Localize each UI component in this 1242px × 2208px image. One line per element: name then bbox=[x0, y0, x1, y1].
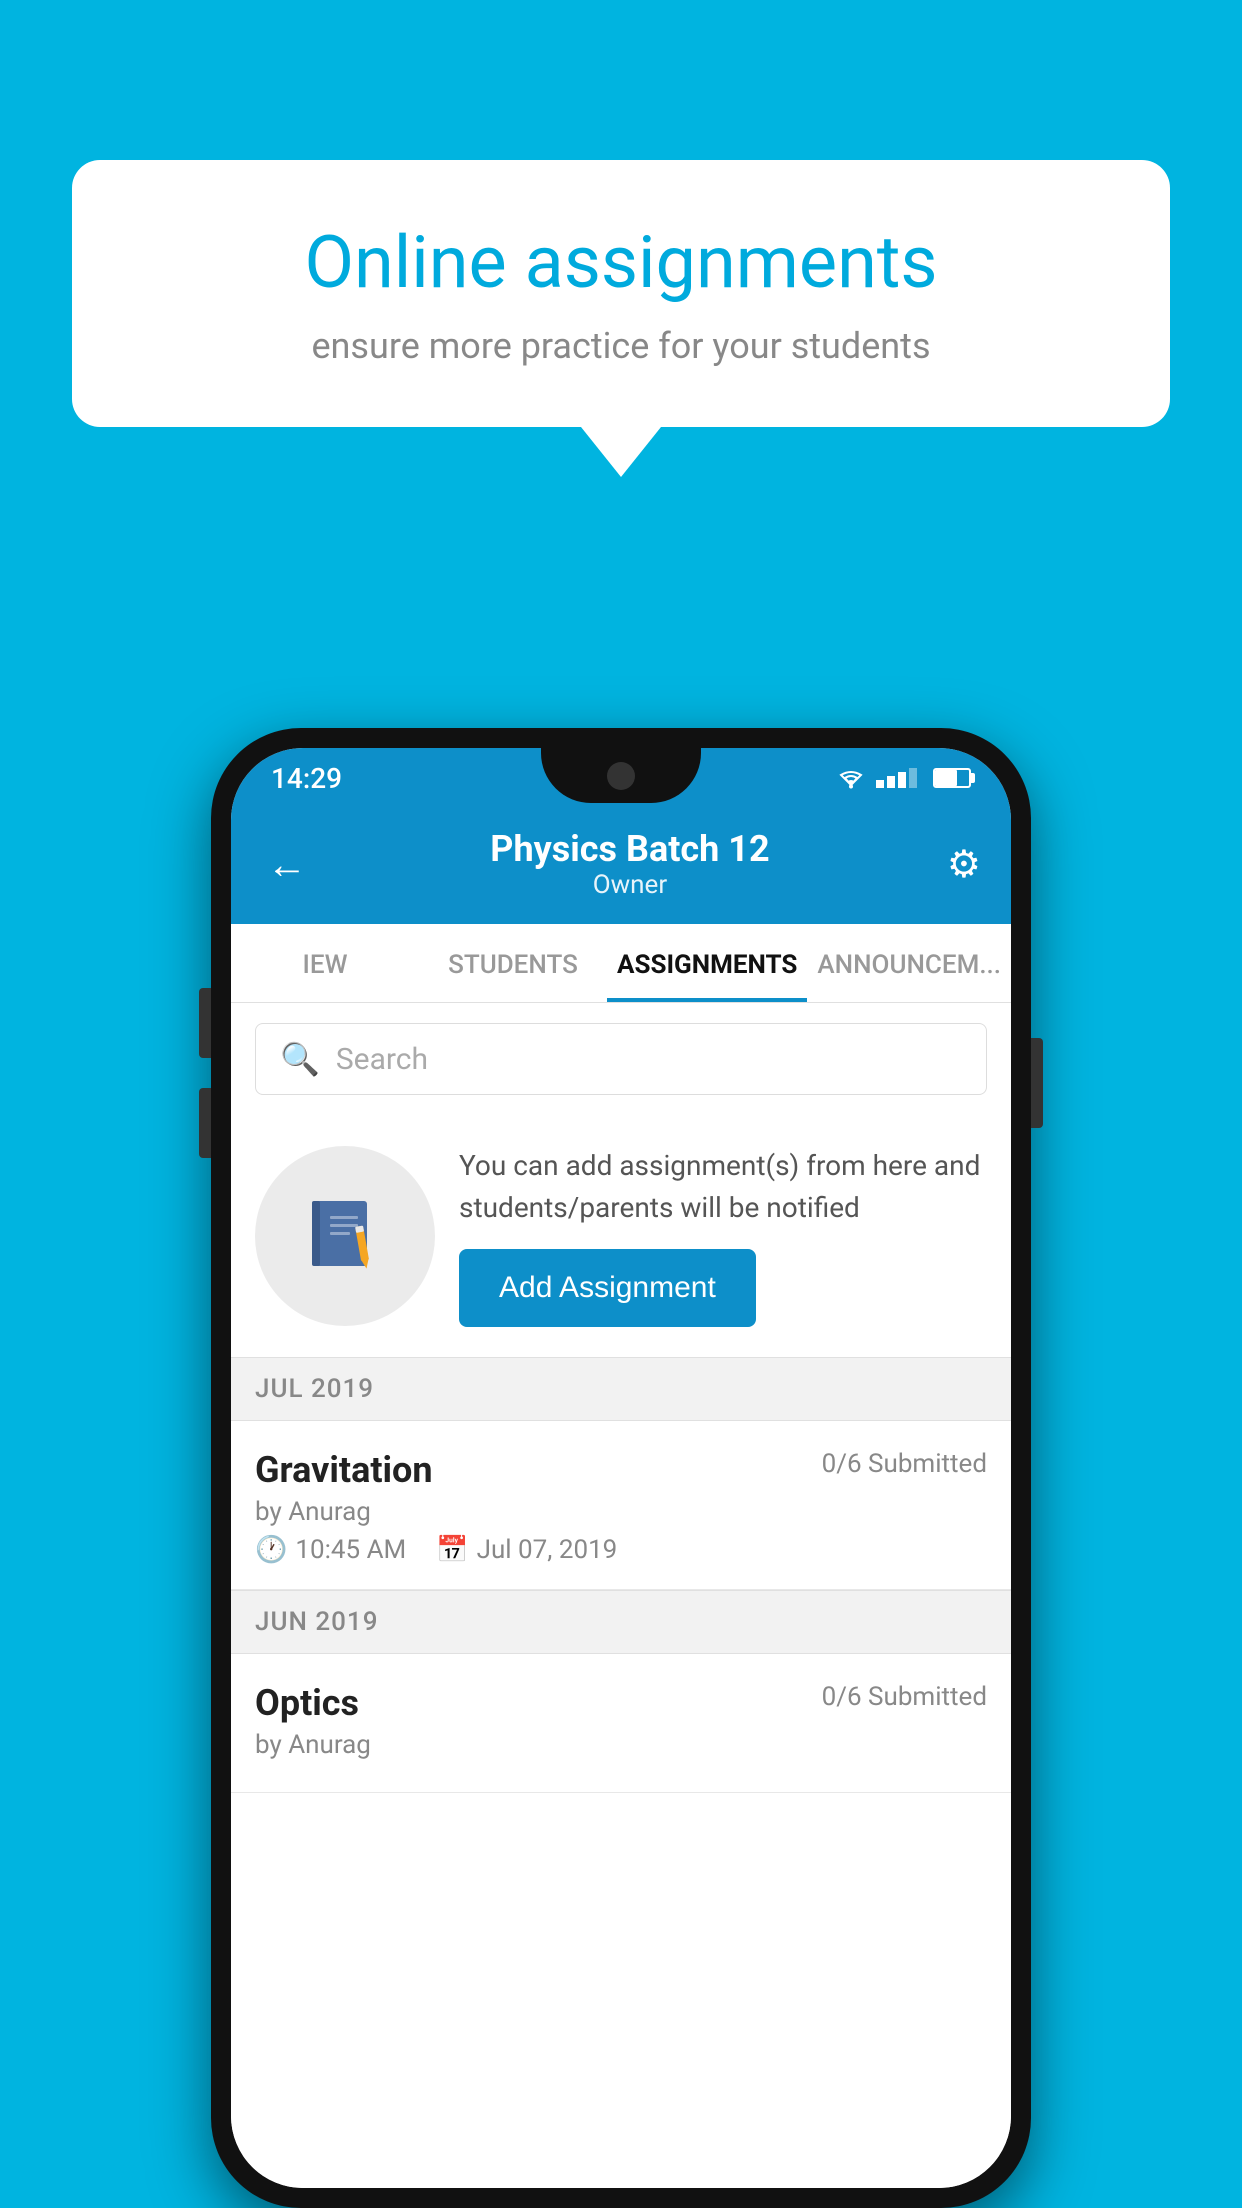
tab-iew[interactable]: IEW bbox=[231, 924, 419, 1002]
wifi-icon bbox=[836, 767, 866, 789]
power-button bbox=[1031, 1038, 1043, 1128]
promo-icon-circle bbox=[255, 1146, 435, 1326]
speech-bubble: Online assignments ensure more practice … bbox=[72, 160, 1170, 427]
volume-up-button bbox=[199, 988, 211, 1058]
speech-bubble-tail bbox=[581, 427, 661, 477]
assignment-by: by Anurag bbox=[255, 1497, 987, 1527]
tabs-bar: IEW STUDENTS ASSIGNMENTS ANNOUNCEM... bbox=[231, 924, 1011, 1003]
assignment-submitted: 0/6 Submitted bbox=[822, 1449, 987, 1479]
assignment-time: 🕐 10:45 AM bbox=[255, 1535, 406, 1565]
camera bbox=[607, 762, 635, 790]
search-bar[interactable]: 🔍 Search bbox=[255, 1023, 987, 1095]
signal-icon bbox=[876, 768, 917, 788]
tab-students[interactable]: STUDENTS bbox=[419, 924, 607, 1002]
back-button[interactable]: ← bbox=[261, 835, 313, 894]
app-header: ← Physics Batch 12 Owner ⚙ bbox=[231, 808, 1011, 924]
assignment-meta: 🕐 10:45 AM 📅 Jul 07, 2019 bbox=[255, 1535, 987, 1565]
speech-bubble-container: Online assignments ensure more practice … bbox=[72, 160, 1170, 477]
speech-bubble-title: Online assignments bbox=[152, 220, 1090, 305]
assignment-item-gravitation[interactable]: Gravitation 0/6 Submitted by Anurag 🕐 10… bbox=[231, 1421, 1011, 1590]
time-value: 10:45 AM bbox=[295, 1535, 406, 1565]
promo-text: You can add assignment(s) from here and … bbox=[459, 1145, 987, 1229]
section-jul-2019: JUL 2019 bbox=[231, 1357, 1011, 1421]
section-jun-label: JUN 2019 bbox=[255, 1607, 378, 1637]
assignment-date: 📅 Jul 07, 2019 bbox=[436, 1535, 617, 1565]
header-subtitle: Owner bbox=[490, 870, 769, 900]
assignment-submitted-optics: 0/6 Submitted bbox=[822, 1682, 987, 1712]
promo-section: You can add assignment(s) from here and … bbox=[231, 1115, 1011, 1357]
notch bbox=[541, 748, 701, 803]
search-icon: 🔍 bbox=[280, 1040, 320, 1078]
status-time: 14:29 bbox=[271, 762, 342, 795]
section-jul-label: JUL 2019 bbox=[255, 1374, 374, 1404]
content-area: 🔍 Search bbox=[231, 1003, 1011, 2188]
assignment-row-header: Gravitation 0/6 Submitted bbox=[255, 1449, 987, 1491]
battery-icon bbox=[933, 768, 971, 788]
header-center: Physics Batch 12 Owner bbox=[490, 828, 769, 900]
batch-title: Physics Batch 12 bbox=[490, 828, 769, 870]
assignment-row-header-optics: Optics 0/6 Submitted bbox=[255, 1682, 987, 1724]
speech-bubble-subtitle: ensure more practice for your students bbox=[152, 325, 1090, 367]
assignment-item-optics[interactable]: Optics 0/6 Submitted by Anurag bbox=[231, 1654, 1011, 1793]
status-icons bbox=[836, 767, 971, 789]
section-jun-2019: JUN 2019 bbox=[231, 1590, 1011, 1654]
search-container: 🔍 Search bbox=[231, 1003, 1011, 1115]
clock-icon: 🕐 bbox=[255, 1535, 287, 1565]
assignment-name: Gravitation bbox=[255, 1449, 433, 1491]
tab-assignments[interactable]: ASSIGNMENTS bbox=[607, 924, 807, 1002]
notebook-icon bbox=[300, 1191, 390, 1281]
assignment-name-optics: Optics bbox=[255, 1682, 359, 1724]
calendar-icon: 📅 bbox=[436, 1535, 468, 1565]
promo-content: You can add assignment(s) from here and … bbox=[459, 1145, 987, 1327]
settings-button[interactable]: ⚙ bbox=[947, 842, 981, 887]
date-value: Jul 07, 2019 bbox=[477, 1535, 618, 1565]
add-assignment-button[interactable]: Add Assignment bbox=[459, 1249, 756, 1327]
phone-screen: 14:29 bbox=[231, 748, 1011, 2188]
search-input-placeholder: Search bbox=[336, 1042, 428, 1077]
assignment-by-optics: by Anurag bbox=[255, 1730, 987, 1760]
phone-frame: 14:29 bbox=[211, 728, 1031, 2208]
tab-announcements[interactable]: ANNOUNCEM... bbox=[807, 924, 1011, 1002]
volume-down-button bbox=[199, 1088, 211, 1158]
status-bar: 14:29 bbox=[231, 748, 1011, 808]
